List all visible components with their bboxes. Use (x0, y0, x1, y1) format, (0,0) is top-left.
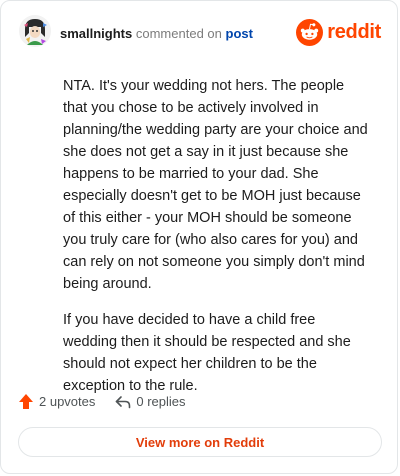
reddit-brand[interactable]: reddit (296, 19, 381, 46)
upvote-button[interactable]: 2 upvotes (18, 393, 95, 410)
comment-body: NTA. It's your wedding not hers. The peo… (63, 75, 369, 411)
reply-count: 0 replies (136, 394, 186, 409)
comment-meta: smallnights commented on post (60, 26, 253, 42)
post-link[interactable]: post (226, 26, 253, 41)
comment-embed-card: smallnights commented on post reddit NTA… (0, 0, 398, 474)
comment-actions: 2 upvotes 0 replies (18, 393, 186, 410)
action-text: commented on (135, 26, 222, 41)
upvote-arrow-icon (19, 394, 33, 409)
view-more-button[interactable]: View more on Reddit (18, 427, 382, 457)
avatar-illustration-icon (19, 15, 51, 47)
reddit-snoo-icon (296, 19, 324, 46)
upvote-count: 2 upvotes (39, 394, 96, 409)
comment-paragraph-2: If you have decided to have a child free… (63, 312, 351, 394)
reply-button[interactable]: 0 replies (115, 394, 186, 409)
comment-header: smallnights commented on post reddit (19, 15, 381, 55)
comment-paragraph-1: NTA. It's your wedding not hers. The peo… (63, 78, 368, 292)
reply-arrow-icon (116, 395, 131, 408)
reddit-wordmark: reddit (327, 21, 381, 43)
user-avatar[interactable] (19, 15, 51, 47)
username[interactable]: smallnights (60, 26, 132, 41)
